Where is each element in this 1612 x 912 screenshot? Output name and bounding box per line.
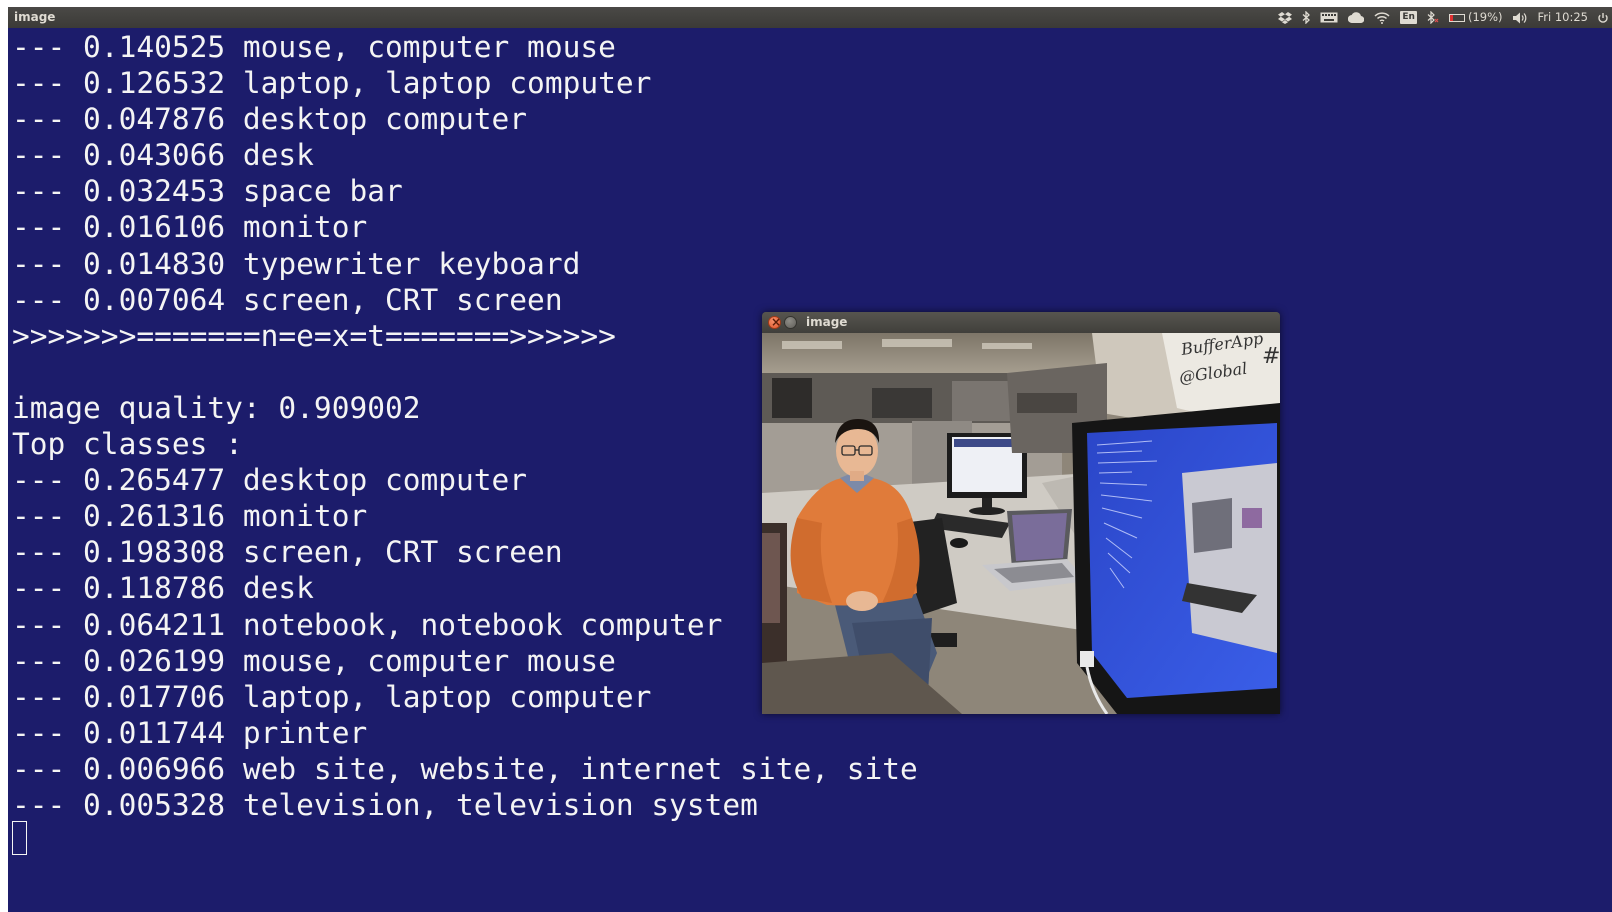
image-window[interactable]: image — [762, 312, 1280, 714]
active-app-title: image — [14, 10, 56, 24]
terminal-line: --- 0.014830 typewriter keyboard — [12, 246, 581, 281]
bluetooth-icon[interactable] — [1302, 11, 1311, 24]
wifi-icon[interactable] — [1374, 11, 1390, 24]
power-icon[interactable] — [1598, 12, 1608, 24]
clock[interactable]: Fri 10:25 — [1538, 7, 1589, 28]
terminal-cursor — [12, 821, 27, 855]
terminal-line: --- 0.006966 web site, website, internet… — [12, 751, 918, 786]
battery-icon — [1448, 13, 1465, 22]
whiteboard-text-3: # — [1262, 344, 1280, 369]
volume-icon[interactable] — [1512, 12, 1528, 24]
terminal-line: --- 0.126532 laptop, laptop computer — [12, 66, 652, 101]
top-panel: image En (19%) Fri 10:25 — [8, 7, 1612, 28]
office-photo: BufferApp @Global # — [762, 333, 1280, 714]
image-window-titlebar[interactable]: image — [762, 312, 1280, 333]
terminal-line: --- 0.032453 space bar — [12, 174, 403, 209]
indicator-area: En (19%) Fri 10:25 — [1278, 7, 1608, 28]
terminal-line: --- 0.011744 printer — [12, 715, 368, 750]
close-button[interactable] — [768, 312, 781, 333]
terminal-line: --- 0.016106 monitor — [12, 210, 368, 245]
desktop-screen: image En (19%) Fri 10:25 --- 0.140525 mo… — [0, 0, 1612, 912]
image-window-title: image — [806, 315, 848, 329]
terminal-line: --- 0.005328 television, television syst… — [12, 787, 758, 822]
terminal-line: --- 0.140525 mouse, computer mouse — [12, 30, 616, 64]
bluetooth-off-icon[interactable] — [1427, 11, 1439, 24]
keyboard-icon[interactable] — [1320, 12, 1338, 23]
minimize-button[interactable] — [784, 316, 797, 329]
language-indicator[interactable]: En — [1400, 11, 1417, 24]
battery-percent: (19%) — [1467, 10, 1503, 24]
cloud-icon[interactable] — [1348, 12, 1365, 23]
terminal-line: --- 0.047876 desktop computer — [12, 102, 528, 137]
battery-indicator[interactable]: (19%) — [1448, 7, 1503, 28]
terminal-line: --- 0.043066 desk — [12, 138, 314, 173]
dropbox-icon[interactable] — [1278, 11, 1293, 24]
